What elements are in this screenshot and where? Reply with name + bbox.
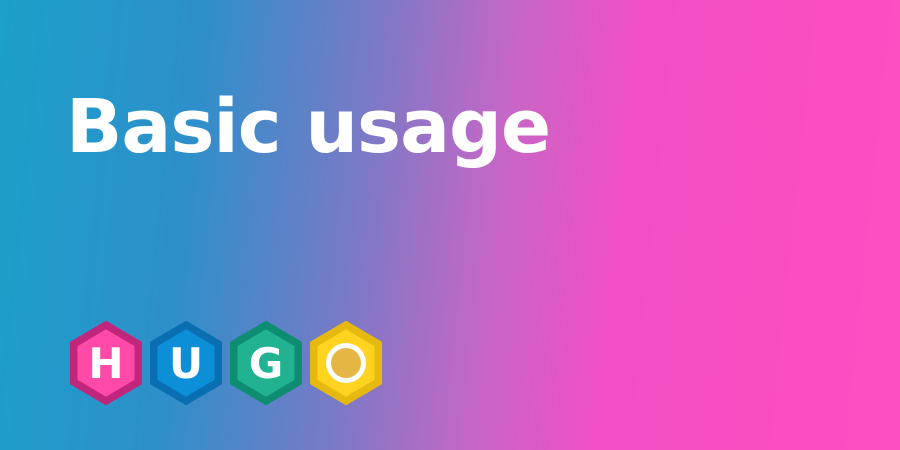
hugo-logo-letter-u: U [149, 321, 223, 405]
svg-text:H: H [88, 339, 123, 388]
banner-card: Basic usage H U G [0, 0, 900, 450]
hugo-logo-letter-g: G [229, 321, 303, 405]
svg-text:G: G [249, 339, 283, 388]
hugo-logo-letter-o [309, 321, 383, 405]
page-title: Basic usage [66, 84, 551, 170]
svg-text:U: U [169, 339, 203, 388]
hugo-logo-letter-h: H [69, 321, 143, 405]
hugo-logo: H U G [69, 321, 385, 405]
